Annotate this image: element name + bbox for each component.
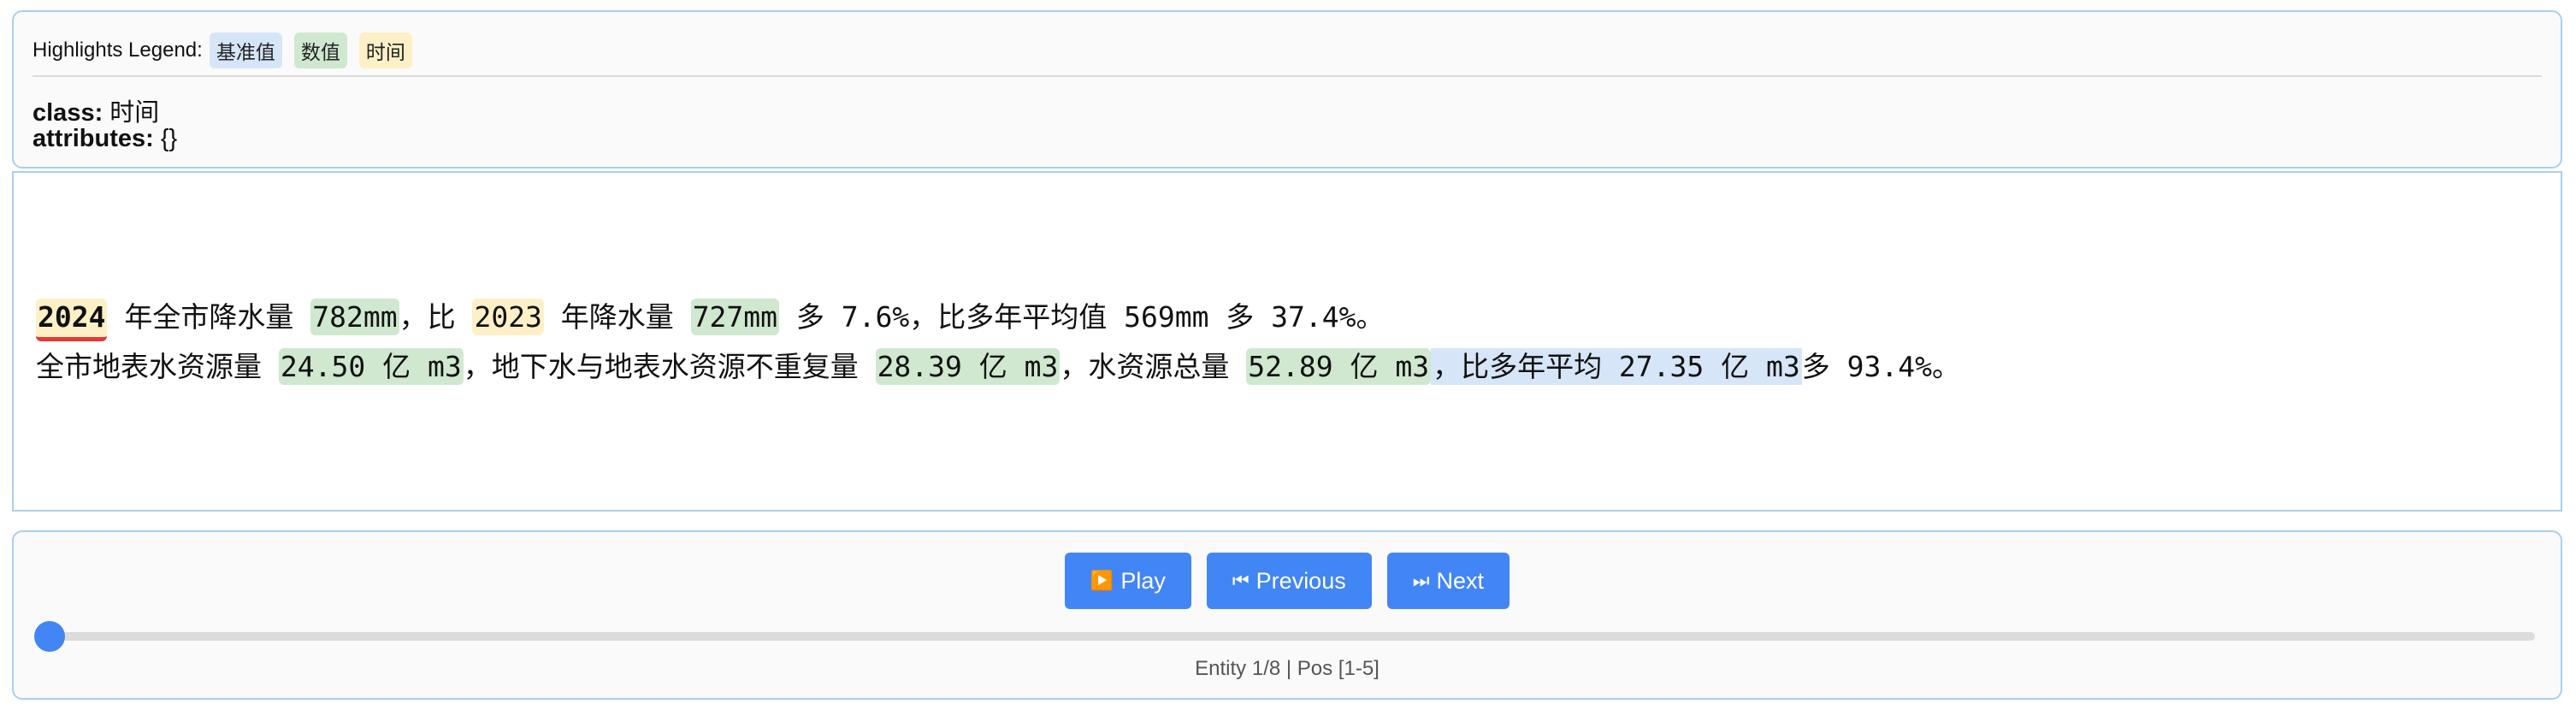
play-label: Play: [1120, 567, 1166, 594]
progress-slider-track[interactable]: [50, 632, 2535, 641]
next-label: Next: [1436, 567, 1485, 594]
skip-back-icon: ⏮: [1232, 570, 1250, 591]
text-line-1: 2024 年全市降水量 782mm，比 2023 年降水量 727mm 多 7.…: [36, 294, 1385, 341]
attributes-label: attributes:: [32, 125, 154, 152]
entity-number[interactable]: 727mm: [690, 299, 780, 335]
previous-label: Previous: [1256, 567, 1346, 594]
attributes-value: {}: [160, 125, 178, 152]
text-span: 年全市降水量: [107, 300, 311, 334]
entity-number[interactable]: 28.39 亿 m3: [875, 348, 1061, 385]
previous-button[interactable]: ⏮ Previous: [1206, 553, 1372, 609]
legend-panel: Highlights Legend: 基准值 数值 时间 class: 时间 a…: [12, 10, 2562, 169]
text-line-2: 全市地表水资源量 24.50 亿 m3，地下水与地表水资源不重复量 28.39 …: [36, 344, 1960, 385]
entity-baseline[interactable]: ，比多年平均 27.35 亿 m3: [1431, 348, 1802, 385]
legend-chip-number: 数值: [293, 33, 347, 68]
entity-number[interactable]: 782mm: [310, 299, 399, 335]
class-value: 时间: [109, 99, 160, 127]
annotated-text-panel: 2024 年全市降水量 782mm，比 2023 年降水量 727mm 多 7.…: [12, 171, 2562, 512]
legend-chip-baseline: 基准值: [209, 33, 282, 68]
legend-chip-time: 时间: [358, 33, 412, 68]
skip-forward-icon: ⏭: [1412, 570, 1430, 591]
playback-controls-panel: ▶️ Play ⏮ Previous ⏭ Next Entity 1/8 | P…: [12, 530, 2562, 700]
text-span: ，地下水与地表水资源不重复量: [463, 350, 876, 383]
button-row: ▶️ Play ⏮ Previous ⏭ Next: [14, 553, 2561, 609]
text-span: 年降水量: [543, 300, 691, 334]
play-button[interactable]: ▶️ Play: [1064, 553, 1191, 609]
entity-time-current[interactable]: 2024: [36, 299, 108, 341]
class-label: class:: [32, 99, 103, 127]
entity-time[interactable]: 2023: [472, 299, 544, 335]
entity-number[interactable]: 24.50 亿 m3: [278, 348, 464, 385]
text-span: 多 7.6%，比多年平均值 569mm 多 37.4%。: [779, 300, 1385, 334]
next-button[interactable]: ⏭ Next: [1386, 553, 1510, 609]
play-icon: ▶️: [1090, 570, 1114, 591]
text-span: 全市地表水资源量: [36, 350, 279, 383]
text-span: ，水资源总量: [1060, 350, 1247, 383]
class-line: class: 时间: [32, 92, 159, 128]
entity-status: Entity 1/8 | Pos [1-5]: [1195, 657, 1380, 680]
legend-title: Highlights Legend:: [32, 38, 203, 62]
legend-divider: [32, 75, 2542, 77]
text-span: 多 93.4%。: [1801, 350, 1960, 383]
entity-number[interactable]: 52.89 亿 m3: [1246, 348, 1432, 385]
attributes-line: attributes: {}: [32, 125, 177, 153]
progress-slider-thumb[interactable]: [34, 621, 65, 652]
text-span: ，比: [399, 300, 473, 334]
highlights-legend: Highlights Legend: 基准值 数值 时间: [32, 33, 424, 68]
